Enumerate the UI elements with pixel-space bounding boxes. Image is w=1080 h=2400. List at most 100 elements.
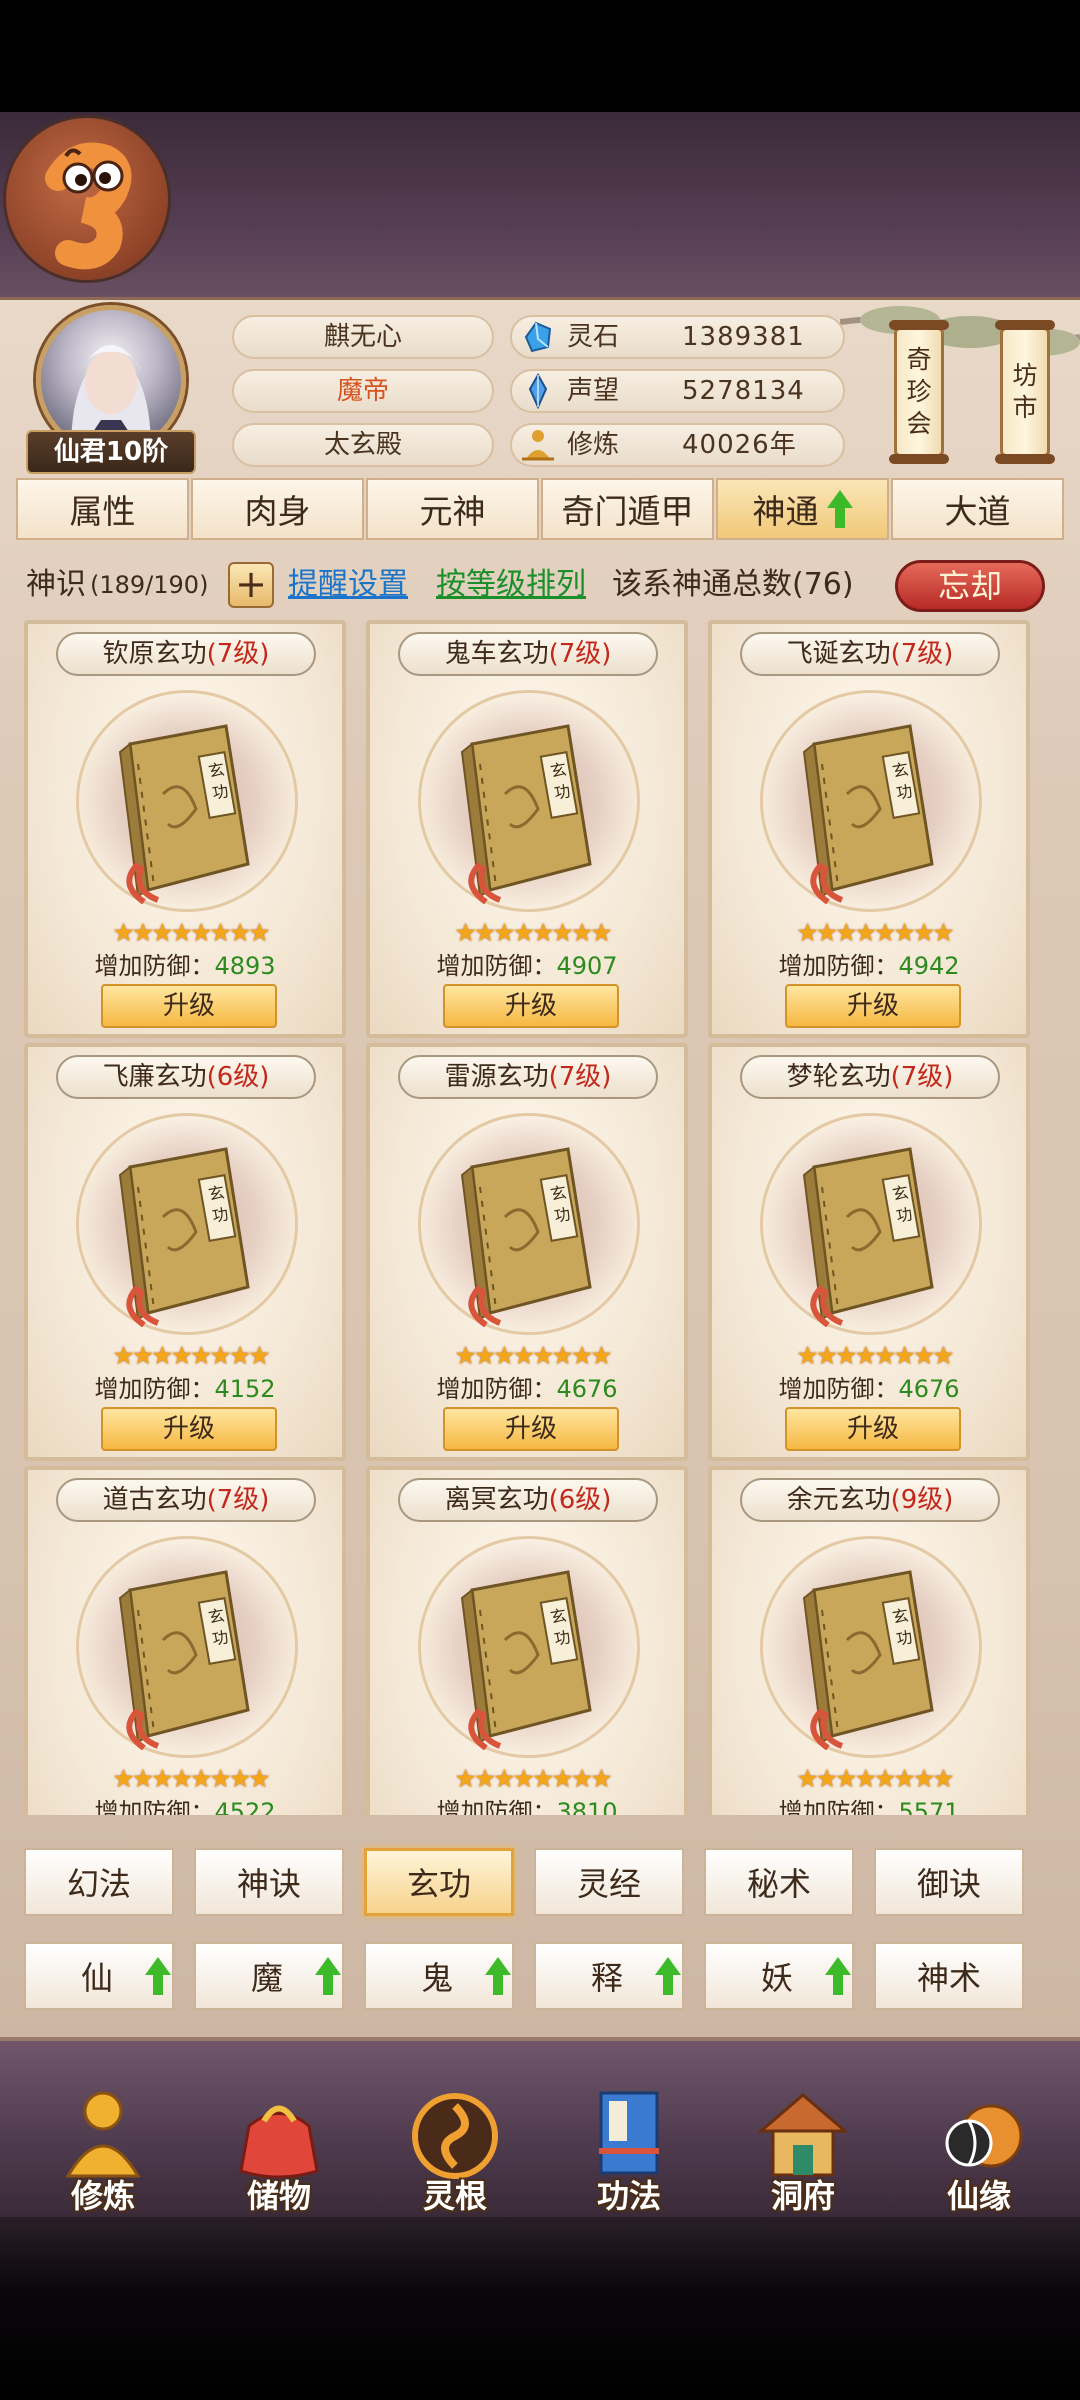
school-filter-button[interactable]: 鬼 [364, 1942, 514, 2010]
upgrade-button[interactable]: 升级 [785, 1407, 961, 1451]
skill-stars: ★★★★★★★★ [796, 918, 954, 947]
school-filter-button[interactable]: 神术 [874, 1942, 1024, 2010]
skill-card[interactable]: 飞廉玄功(6级) 玄功 ★★★★★★★★ 增加防御：4152 升级 [24, 1043, 346, 1461]
category-button[interactable]: 玄功 [364, 1848, 514, 1916]
category-label: 神诀 [236, 1865, 301, 1903]
skill-level: (7级) [206, 639, 270, 669]
skill-stars: ★★★★★★★★ [796, 1341, 954, 1370]
skill-book-icon: 玄功 [802, 1147, 934, 1327]
nav-label: 洞府 [770, 2177, 835, 2215]
category-button[interactable]: 灵经 [534, 1848, 684, 1916]
skill-card[interactable]: 鬼车玄功(7级) 玄功 ★★★★★★★★ 增加防御：4907 升级 [366, 620, 688, 1038]
treasure-fair-button[interactable]: 奇 珍 会 [889, 320, 949, 464]
school-filter-button[interactable]: 释 [534, 1942, 684, 2010]
svg-text:功: 功 [895, 781, 914, 802]
nav-item-spirit-root[interactable]: 灵根 [390, 2041, 520, 2221]
category-button[interactable]: 秘术 [704, 1848, 854, 1916]
skill-book-icon: 玄功 [118, 1147, 250, 1327]
skill-card[interactable]: 余元玄功(9级)玄功★★★★★★★★增加防御：5571升级 [708, 1466, 1030, 1815]
upgrade-arrow-icon [825, 1957, 852, 1995]
svg-text:玄: 玄 [891, 1183, 910, 1204]
nav-item-technique-book[interactable]: 功法 [564, 2041, 694, 2221]
skill-card[interactable]: 离冥玄功(6级)玄功★★★★★★★★增加防御：3810升级 [366, 1466, 688, 1815]
skill-title: 鬼车玄功 [444, 639, 549, 669]
tab-dao[interactable]: 大道 [891, 478, 1064, 540]
skill-title: 道古玄功 [102, 1485, 207, 1515]
defense-value: 3810 [556, 1798, 618, 1815]
skill-stars: ★★★★★★★★ [796, 1764, 954, 1793]
category-button[interactable]: 御诀 [874, 1848, 1024, 1916]
category-button[interactable]: 幻法 [24, 1848, 174, 1916]
school-filter-button[interactable]: 妖 [704, 1942, 854, 2010]
upgrade-button[interactable]: 升级 [101, 984, 277, 1028]
upgrade-button[interactable]: 升级 [785, 984, 961, 1028]
upgrade-button[interactable]: 升级 [443, 984, 619, 1028]
skill-book-icon: 玄功 [460, 724, 592, 904]
defense-value: 4907 [556, 952, 618, 980]
svg-text:玄: 玄 [207, 1606, 226, 1627]
svg-text:功: 功 [553, 1627, 572, 1648]
skill-defense: 增加防御：4676 [712, 1369, 1026, 1404]
svg-text:玄: 玄 [891, 1606, 910, 1627]
nav-item-cave-residence[interactable]: 洞府 [738, 2041, 868, 2221]
skill-stars: ★★★★★★★★ [454, 918, 612, 947]
skill-book-icon: 玄功 [460, 1570, 592, 1750]
school-filter-button[interactable]: 魔 [194, 1942, 344, 2010]
upgrade-arrow-icon [315, 1957, 342, 1995]
skill-card[interactable]: 飞诞玄功(7级) 玄功 ★★★★★★★★ 增加防御：4942 升级 [708, 620, 1030, 1038]
tab-attributes[interactable]: 属性 [16, 478, 189, 540]
add-divine-sense-button[interactable]: + [228, 562, 274, 608]
category-label: 仙 [81, 1959, 114, 1997]
tab-soul[interactable]: 元神 [366, 478, 539, 540]
nav-item-immortal-fate[interactable]: 仙缘 [914, 2041, 1044, 2221]
category-button[interactable]: 神诀 [194, 1848, 344, 1916]
prestige-label: 声望 [567, 376, 620, 406]
sort-by-level-link[interactable]: 按等级排列 [436, 558, 586, 612]
tab-body[interactable]: 肉身 [191, 478, 364, 540]
skill-defense: 增加防御：4942 [712, 946, 1026, 981]
spirit-stone-icon [524, 321, 552, 353]
skill-name: 钦原玄功(7级) [56, 632, 316, 676]
tab-label: 神通 [752, 492, 819, 531]
technique-book-icon [599, 2091, 659, 2175]
skill-card[interactable]: 道古玄功(7级)玄功★★★★★★★★增加防御：4522升级 [24, 1466, 346, 1815]
tab-label: 奇门遁甲 [561, 492, 694, 531]
svg-text:功: 功 [895, 1204, 914, 1225]
game-logo-button[interactable] [6, 118, 168, 280]
nav-label: 仙缘 [946, 2177, 1011, 2215]
nav-item-storage-bag[interactable]: 储物 [214, 2041, 344, 2221]
skill-title: 钦原玄功 [102, 639, 207, 669]
category-label: 神术 [916, 1959, 981, 1997]
defense-value: 4942 [898, 952, 960, 980]
worm-logo-icon [45, 142, 132, 270]
category-label: 秘术 [746, 1865, 811, 1903]
nav-item-cultivation[interactable]: 修炼 [38, 2041, 168, 2221]
skill-card[interactable]: 梦轮玄功(7级) 玄功 ★★★★★★★★ 增加防御：4676 升级 [708, 1043, 1030, 1461]
player-name: 麒无心 [232, 315, 494, 359]
market-button[interactable]: 坊 市 [995, 320, 1055, 464]
skill-name: 飞廉玄功(6级) [56, 1055, 316, 1099]
svg-text:功: 功 [211, 1204, 230, 1225]
skill-name: 梦轮玄功(7级) [740, 1055, 1000, 1099]
svg-text:功: 功 [553, 1204, 572, 1225]
skill-name: 离冥玄功(6级) [398, 1478, 658, 1522]
school-filter-button[interactable]: 仙 [24, 1942, 174, 2010]
skill-card[interactable]: 钦原玄功(7级) 玄功 ★★★★★★★★ 增加防御：4893 升级 [24, 620, 346, 1038]
skill-title: 离冥玄功 [444, 1485, 549, 1515]
remind-settings-link[interactable]: 提醒设置 [288, 558, 408, 612]
forget-button[interactable]: 忘却 [895, 560, 1045, 612]
skill-card[interactable]: 雷源玄功(7级) 玄功 ★★★★★★★★ 增加防御：4676 升级 [366, 1043, 688, 1461]
player-avatar[interactable]: 仙君10阶 [26, 300, 196, 475]
tab-qimen[interactable]: 奇门遁甲 [541, 478, 714, 540]
defense-label: 增加防御： [94, 1375, 215, 1403]
tab-divine-power[interactable]: 神通 [716, 478, 889, 540]
upgrade-button[interactable]: 升级 [101, 1407, 277, 1451]
prestige-row: 声望 5278134 [510, 369, 845, 413]
svg-text:功: 功 [895, 1627, 914, 1648]
svg-text:玄: 玄 [549, 1183, 568, 1204]
upgrade-button[interactable]: 升级 [443, 1407, 619, 1451]
skill-book-icon: 玄功 [802, 724, 934, 904]
nav-label: 灵根 [422, 2177, 487, 2215]
skill-name: 飞诞玄功(7级) [740, 632, 1000, 676]
defense-value: 4522 [214, 1798, 276, 1815]
